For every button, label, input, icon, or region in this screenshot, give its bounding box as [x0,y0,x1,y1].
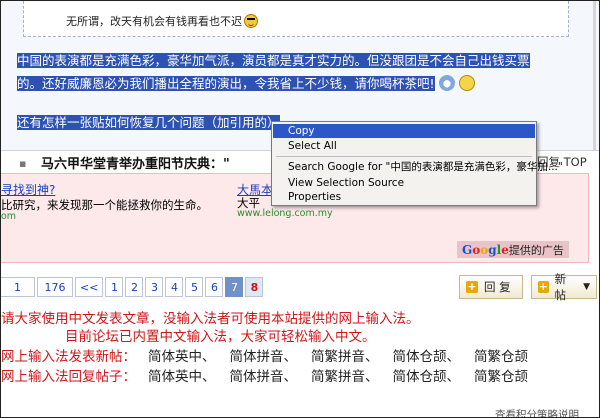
ad-1-desc: 比研究，来发现那一个能拯救你的生命。 [1,198,208,212]
page-1[interactable]: 1 [1,277,35,297]
post-line-1[interactable]: 中国的表演都是充满色彩，豪华加气派，演员都是真才实力的。但没跟团是不会自己出钱买… [17,53,530,69]
page-first-arrow[interactable]: << [75,277,104,297]
ad-1-url[interactable]: om [1,211,16,222]
selected-text[interactable]: 的。还好威廉恩必为我们播出全程的演出，令我省上不少钱，请你喝杯茶吧! [17,76,435,91]
ime-option[interactable]: 简体拼音、 [230,369,298,385]
ime-reply-row: 网上输入法回复帖子： 简体英中、 简体拼音、 简繁拼音、 简体仓颉、 简繁仓颉 [1,365,542,385]
ime-option[interactable]: 简繁仓颉 [474,349,528,365]
new-post-button-label: 新 帖 [554,272,567,302]
pagination: 1 176 << 1 2 3 4 5 6 7 8 [1,277,265,297]
page-last[interactable]: 8 [245,277,264,297]
quote-text-label: 无所谓，改天有机会有钱再看也不迟 [66,15,242,28]
ime-option[interactable]: 简体英中、 [148,349,216,365]
ime-option[interactable]: 简繁仓颉 [474,369,528,385]
page-link[interactable]: 5 [185,277,204,297]
smiley-icon [244,14,258,28]
browser-page: 无所谓，改天有机会有钱再看也不迟 中国的表演都是充满色彩，豪华加气派，演员都是真… [0,0,600,418]
google-tag-suffix: 提供的广告 [508,244,564,257]
ime-new-row: 网上输入法发表新帖： 简体英中、 简体拼音、 简繁拼音、 简体仓颉、 简繁仓颉 [1,345,542,365]
page-link[interactable]: 3 [145,277,164,297]
ime-reply-label: 网上输入法回复帖子： [1,369,136,385]
divider [593,1,596,151]
ime-option[interactable]: 简繁拼音、 [311,349,379,365]
ime-new-label: 网上输入法发表新帖： [1,349,136,365]
page-176[interactable]: 176 [37,277,73,297]
ime-option[interactable]: 简体拼音、 [230,349,298,365]
page-link[interactable]: 6 [205,277,224,297]
ime-option[interactable]: 简体仓颉、 [393,369,461,385]
context-menu: Copy Select All Search Google for "中国的表演… [271,121,563,206]
page-current[interactable]: 7 [225,277,244,297]
menu-item-view-selection-source[interactable]: View Selection Source [273,176,535,190]
ime-option[interactable]: 简繁拼音、 [311,369,379,385]
post-line-3[interactable]: 还有怎样一张贴如何恢复几个问题（加引用的） [17,115,280,131]
smile-emoticon-icon [458,75,475,91]
plus-icon: + [538,280,549,293]
selected-text[interactable]: 中国的表演都是充满色彩，豪华加气派，演员都是真才实力的。但没跟团是不会自己出钱买… [17,53,530,68]
selected-text[interactable]: 还有怎样一张贴如何恢复几个问题（加引用的） [17,115,280,130]
google-logo: Google [462,243,509,257]
menu-item-copy[interactable]: Copy [273,124,535,138]
page-link[interactable]: 1 [105,277,124,297]
google-ads-tag[interactable]: Google提供的广告 [457,241,569,258]
post-line-2[interactable]: 的。还好威廉恩必为我们播出全程的演出，令我省上不少钱，请你喝杯茶吧! [17,75,475,92]
tea-emoticon-icon [438,75,455,91]
ime-option[interactable]: 简体英中、 [148,369,216,385]
chevron-down-icon: ▼ [583,282,590,292]
points-policy-link[interactable]: 查看积分策略说明 [495,407,579,417]
bullet-icon: ▪ [19,157,27,170]
page-link[interactable]: 4 [165,277,184,297]
ime-option[interactable]: 简体仓颉、 [393,349,461,365]
menu-item-search-google[interactable]: Search Google for "中国的表演都是充满色彩，豪华加..." [273,160,563,174]
quote-text: 无所谓，改天有机会有钱再看也不迟 [66,13,258,29]
page-link[interactable]: 2 [125,277,144,297]
menu-separator [276,156,532,157]
menu-item-properties[interactable]: Properties [273,190,535,204]
plus-icon: + [466,280,478,293]
thread-title[interactable]: 马六甲华堂青举办重阳节庆典：" [41,153,230,172]
notice-line-1: 请大家使用中文发表文章，没输入法者可使用本站提供的网上输入法。 [1,311,420,327]
menu-item-select-all[interactable]: Select All [273,139,535,153]
quote-box: 无所谓，改天有机会有钱再看也不迟 [23,1,569,37]
new-post-button[interactable]: + 新 帖 ▼ [531,272,597,302]
reply-button[interactable]: + 回 复 [459,275,523,299]
notice-line-2: 目前论坛已内置中文输入法，大家可轻松输入中文。 [65,329,376,345]
ad-2-url[interactable]: www.lelong.com.my [237,208,333,219]
reply-button-label: 回 复 [484,280,511,294]
ad-1-title[interactable]: 寻找到神? [1,181,55,198]
